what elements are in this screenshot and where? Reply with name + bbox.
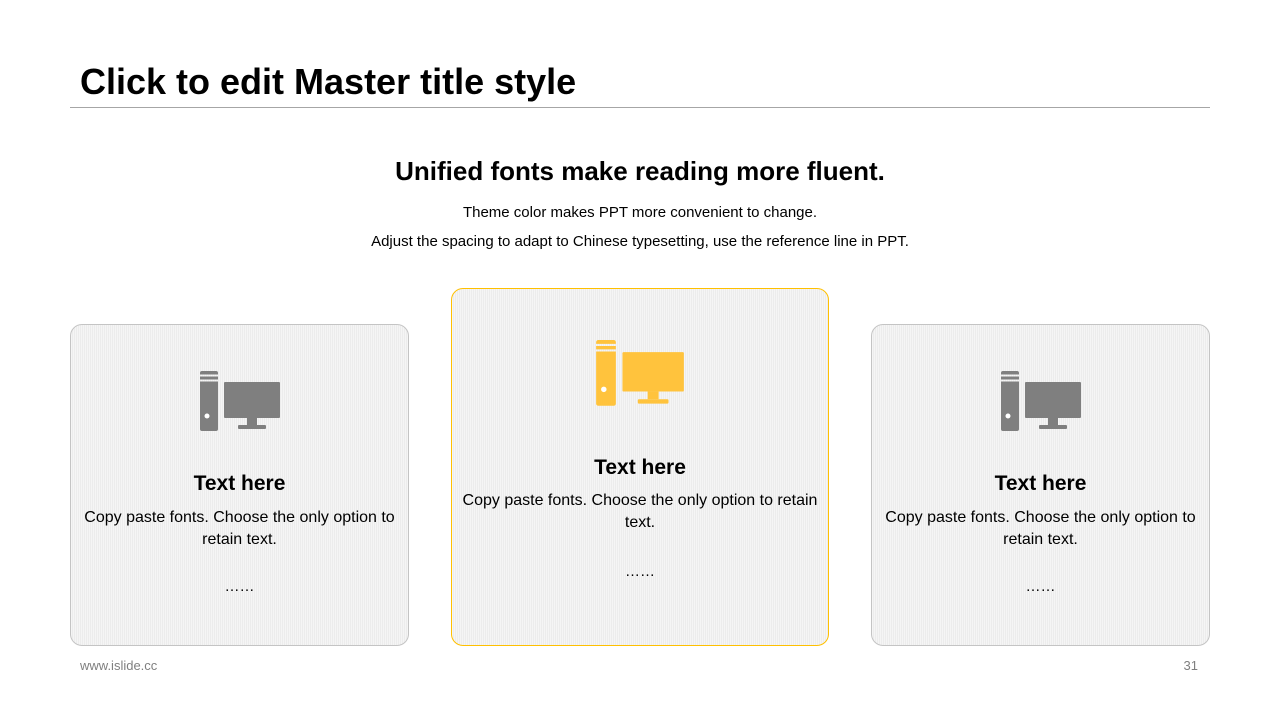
card-heading: Text here (193, 472, 286, 495)
feature-card-2: Text here Copy paste fonts. Choose the o… (451, 288, 829, 646)
slide-subtitle: Unified fonts make reading more fluent. (395, 156, 885, 186)
desktop-computer-icon (596, 340, 684, 406)
card-body-text: Copy paste fonts. Choose the only option… (84, 509, 395, 548)
description-line-1: Theme color makes PPT more convenient to… (462, 204, 818, 221)
desktop-computer-icon (1000, 371, 1081, 431)
card-body-text: Copy paste fonts. Choose the only option… (462, 492, 818, 531)
card-ellipsis: …… (224, 578, 255, 595)
computer-tower-icon-shape (199, 371, 218, 431)
description-line-2: Adjust the spacing to adapt to Chinese t… (371, 233, 909, 250)
card-ellipsis: …… (1025, 578, 1056, 595)
card-heading: Text here (594, 456, 686, 479)
page-number: 31 (1183, 658, 1198, 673)
feature-card-1: Text here Copy paste fonts. Choose the o… (70, 324, 409, 646)
card-ellipsis: …… (625, 563, 655, 580)
desktop-computer-icon (199, 371, 280, 431)
footer-url: www.islide.cc (80, 658, 158, 673)
slide-title: Click to edit Master title style (80, 61, 577, 102)
feature-card-3: Text here Copy paste fonts. Choose the o… (871, 324, 1210, 646)
card-heading: Text here (994, 472, 1087, 495)
card-body-text: Copy paste fonts. Choose the only option… (885, 509, 1196, 548)
computer-monitor-icon-shape (223, 382, 280, 418)
title-divider (70, 107, 1210, 108)
